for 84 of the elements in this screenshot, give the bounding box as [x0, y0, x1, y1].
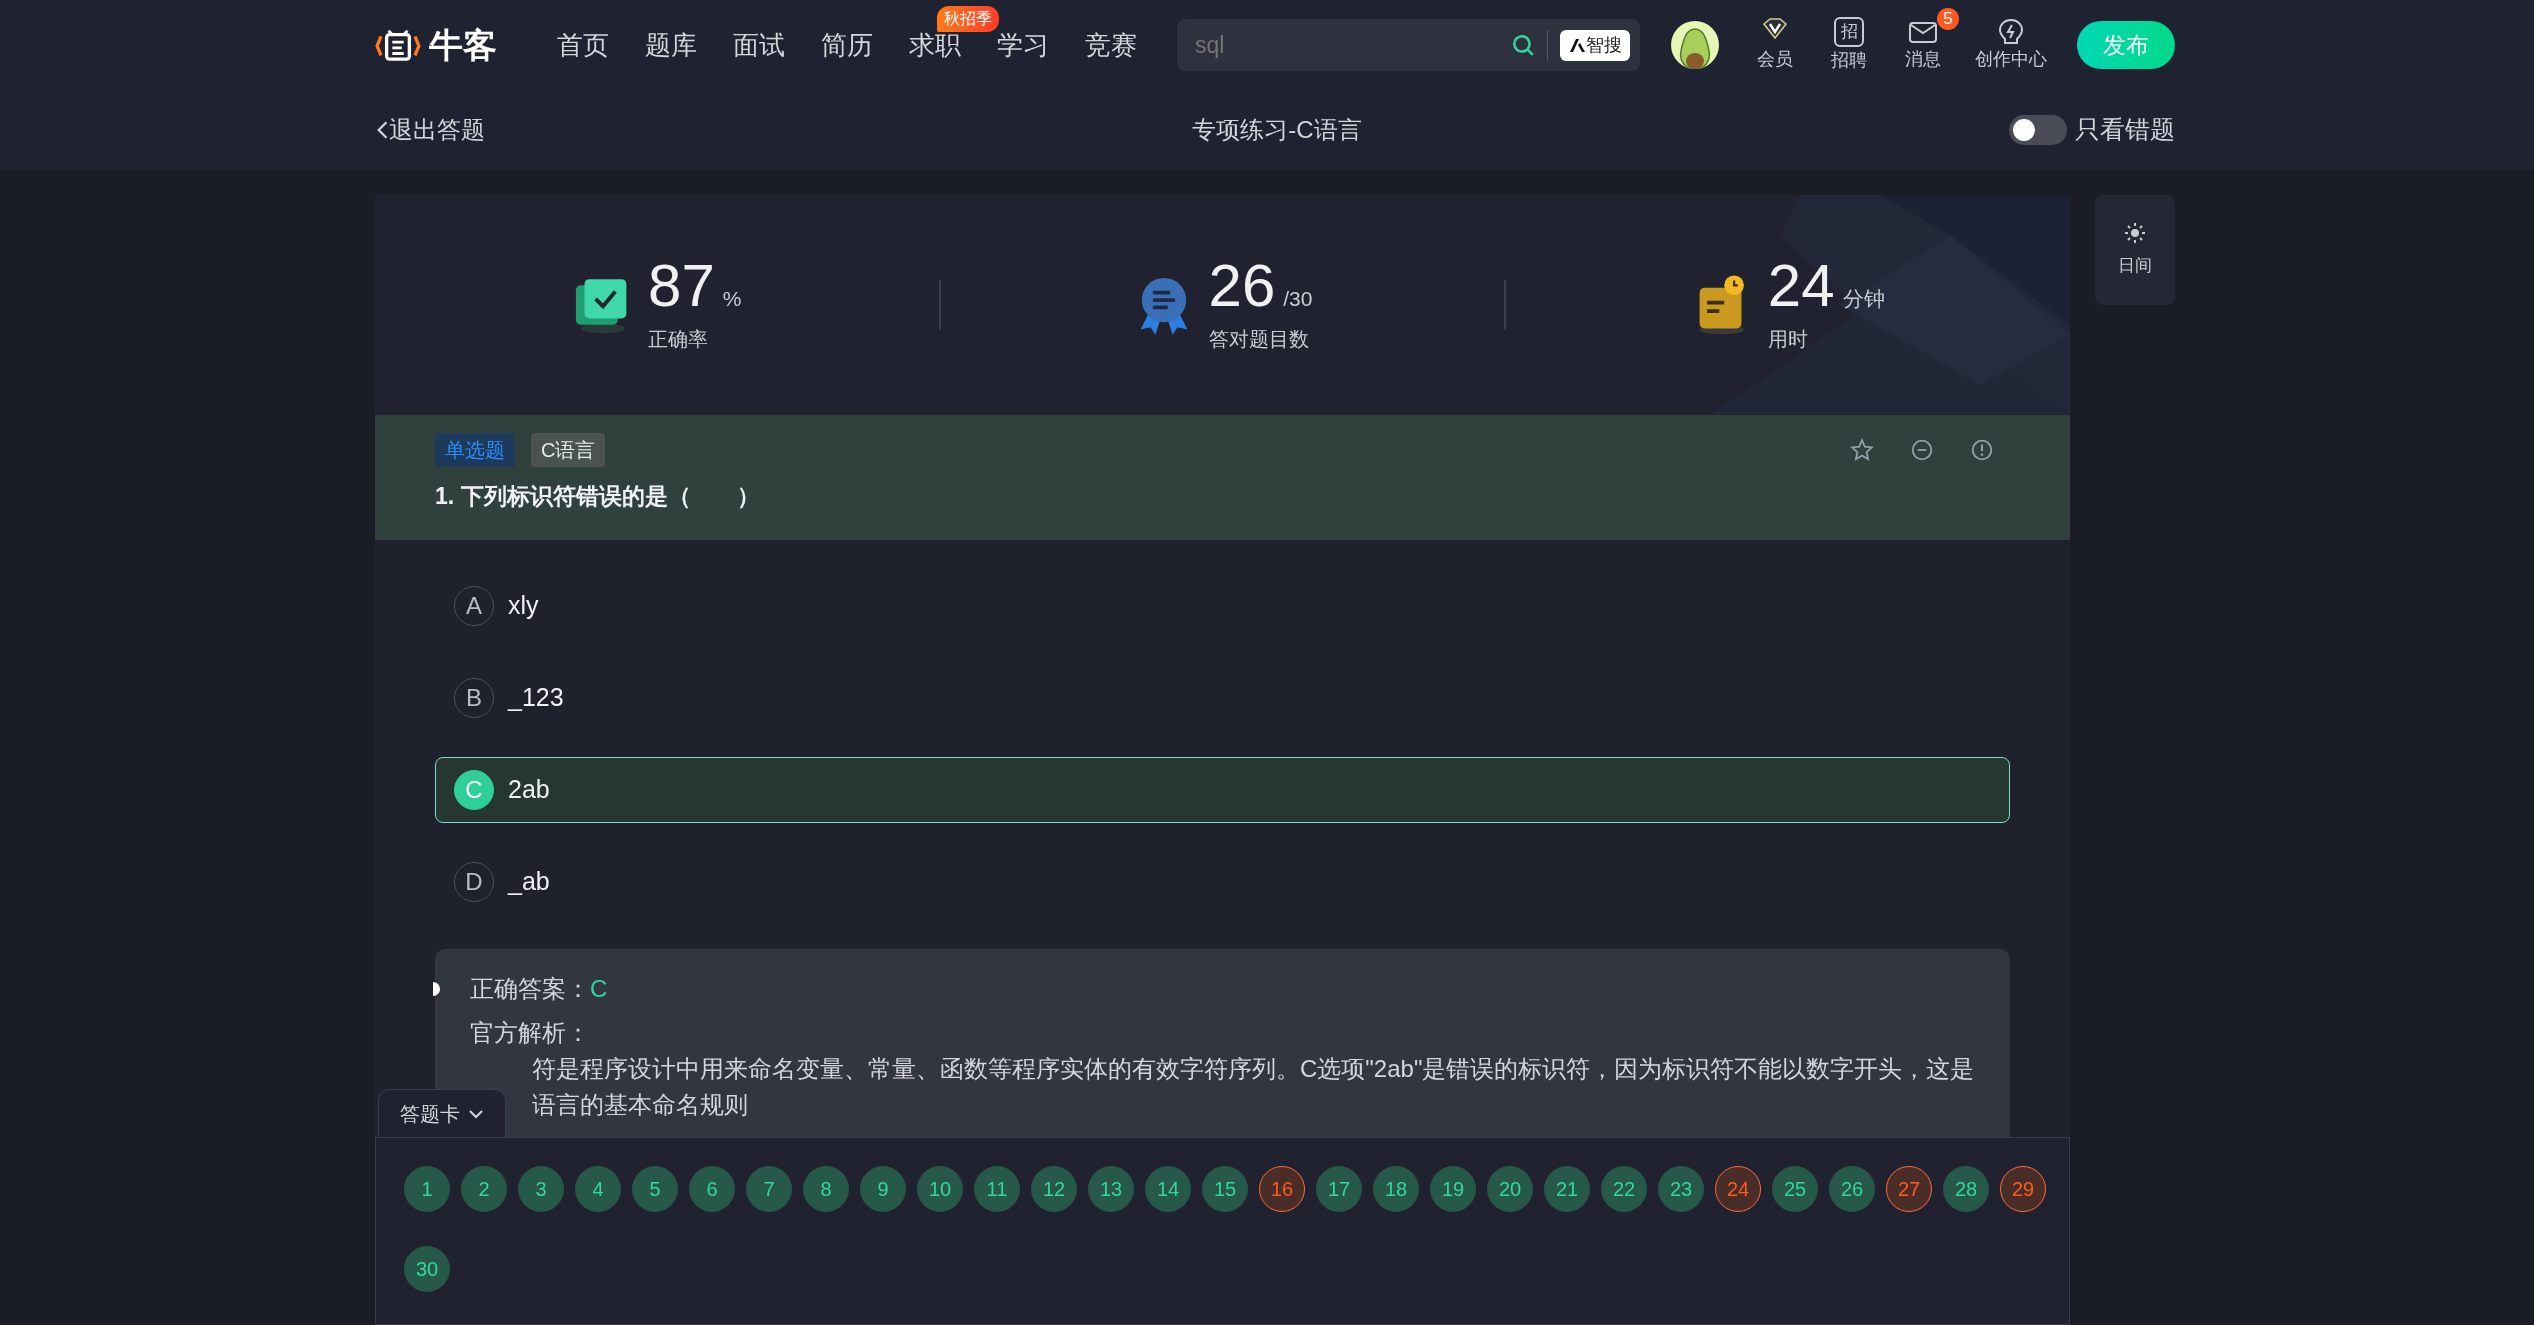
question-number[interactable]: 28 [1943, 1166, 1989, 1212]
info-icon[interactable] [1970, 438, 1994, 462]
answer-option[interactable]: B _123 [435, 665, 2010, 731]
nav-link[interactable]: 题库 [645, 29, 697, 60]
toggle-label: 只看错题 [2075, 114, 2175, 146]
answer-option[interactable]: A xly [435, 573, 2010, 639]
minus-circle-icon[interactable] [1910, 438, 1934, 462]
question-type-tag: 单选题 [435, 433, 515, 467]
nav-icon-link[interactable]: 创作中心 [1975, 17, 2047, 73]
question-number[interactable]: 10 [917, 1166, 963, 1212]
question-number[interactable]: 3 [518, 1166, 564, 1212]
answer-option[interactable]: C 2ab [435, 757, 2010, 823]
nav-link[interactable]: 首页 [557, 29, 609, 60]
question-text: 1. 下列标识符错误的是（ ） [435, 482, 761, 511]
ai-search-button[interactable]: 智搜 [1560, 29, 1630, 61]
option-letter: C [454, 770, 494, 810]
analysis-text: 语言的基本命名规则 [532, 1090, 748, 1120]
nav-icon-link[interactable]: 招 招聘 [1827, 16, 1871, 74]
lightbulb-icon [1996, 17, 2026, 46]
nav-link[interactable]: 学习 [997, 29, 1049, 60]
search-icon [1511, 33, 1535, 57]
count-badge: 5 [1937, 7, 1959, 30]
stat-label: 答对题目数 [1208, 327, 1310, 352]
toggle-switch[interactable] [2009, 115, 2067, 145]
question-number[interactable]: 7 [746, 1166, 792, 1212]
topic-tag: C语言 [531, 433, 606, 467]
question-number[interactable]: 9 [860, 1166, 906, 1212]
analysis-heading: 官方解析： [470, 1018, 591, 1048]
stat-label: 用时 [1767, 327, 1809, 352]
nav-icon-link[interactable]: 会员 [1753, 17, 1797, 73]
nav-link[interactable]: 简历 [821, 29, 873, 60]
question-number[interactable]: 30 [404, 1246, 450, 1292]
job-icon: 招 [1834, 16, 1864, 47]
stat-value: 24 [1767, 256, 1835, 316]
question-number[interactable]: 12 [1031, 1166, 1077, 1212]
question-number[interactable]: 22 [1601, 1166, 1647, 1212]
correct-answer: 正确答案：C [470, 974, 609, 1004]
nav-link[interactable]: 竞赛 [1085, 29, 1137, 60]
question-number[interactable]: 26 [1829, 1166, 1875, 1212]
question-number[interactable]: 16 [1259, 1166, 1305, 1212]
avatar-icon [1671, 21, 1719, 69]
question-number[interactable]: 14 [1145, 1166, 1191, 1212]
chevron-left-icon [375, 120, 389, 140]
stat-value: 87 [648, 256, 715, 316]
nav-link[interactable]: 求职 [909, 29, 961, 60]
page-title: 专项练习-C语言 [1192, 116, 1362, 143]
question-number[interactable]: 2 [461, 1166, 507, 1212]
ai-logo-icon [1568, 36, 1586, 54]
question-number[interactable]: 25 [1772, 1166, 1818, 1212]
answer-option[interactable]: D _ab [435, 849, 2010, 915]
question-number[interactable]: 24 [1715, 1166, 1761, 1212]
question-number[interactable]: 23 [1658, 1166, 1704, 1212]
question-number[interactable]: 5 [632, 1166, 678, 1212]
search-field[interactable]: sql 智搜 [1177, 19, 1640, 71]
question-number[interactable]: 15 [1202, 1166, 1248, 1212]
star-icon[interactable] [1850, 438, 1874, 462]
question-number[interactable]: 1 [404, 1166, 450, 1212]
question-number[interactable]: 21 [1544, 1166, 1590, 1212]
stat-unit: 分钟 [1842, 286, 1885, 312]
question-number[interactable]: 27 [1886, 1166, 1932, 1212]
stat-label: 正确率 [648, 327, 710, 352]
question-number[interactable]: 11 [974, 1166, 1020, 1212]
logo-icon [375, 27, 421, 63]
question-number[interactable]: 4 [575, 1166, 621, 1212]
question-number[interactable]: 6 [689, 1166, 735, 1212]
promo-badge: 秋招季 [937, 5, 999, 32]
question-number[interactable]: 18 [1373, 1166, 1419, 1212]
stat-unit: % [722, 286, 742, 312]
question-number[interactable]: 29 [2000, 1166, 2046, 1212]
question-number[interactable]: 20 [1487, 1166, 1533, 1212]
question-number[interactable]: 13 [1088, 1166, 1134, 1212]
question-number[interactable]: 8 [803, 1166, 849, 1212]
stat-unit: /30 [1283, 286, 1313, 312]
stat-value: 26 [1208, 256, 1276, 316]
question-number[interactable]: 17 [1316, 1166, 1362, 1212]
analysis-text: 符是程序设计中用来命名变量、常量、函数等程序实体的有效字符序列。C选项"2ab"是错误的标识符，因为标识符不能以数字开头，这是 [532, 1054, 1975, 1084]
theme-button[interactable]: 日间 [2095, 195, 2175, 305]
answer-card-toggle[interactable]: 答题卡 [378, 1089, 506, 1137]
sun-icon [2123, 221, 2147, 246]
nav-link[interactable]: 面试 [733, 29, 785, 60]
back-link[interactable]: 退出答题 [375, 112, 485, 148]
bullet-mark [433, 982, 440, 996]
question-number[interactable]: 19 [1430, 1166, 1476, 1212]
logo-text: 牛客 [429, 24, 497, 66]
